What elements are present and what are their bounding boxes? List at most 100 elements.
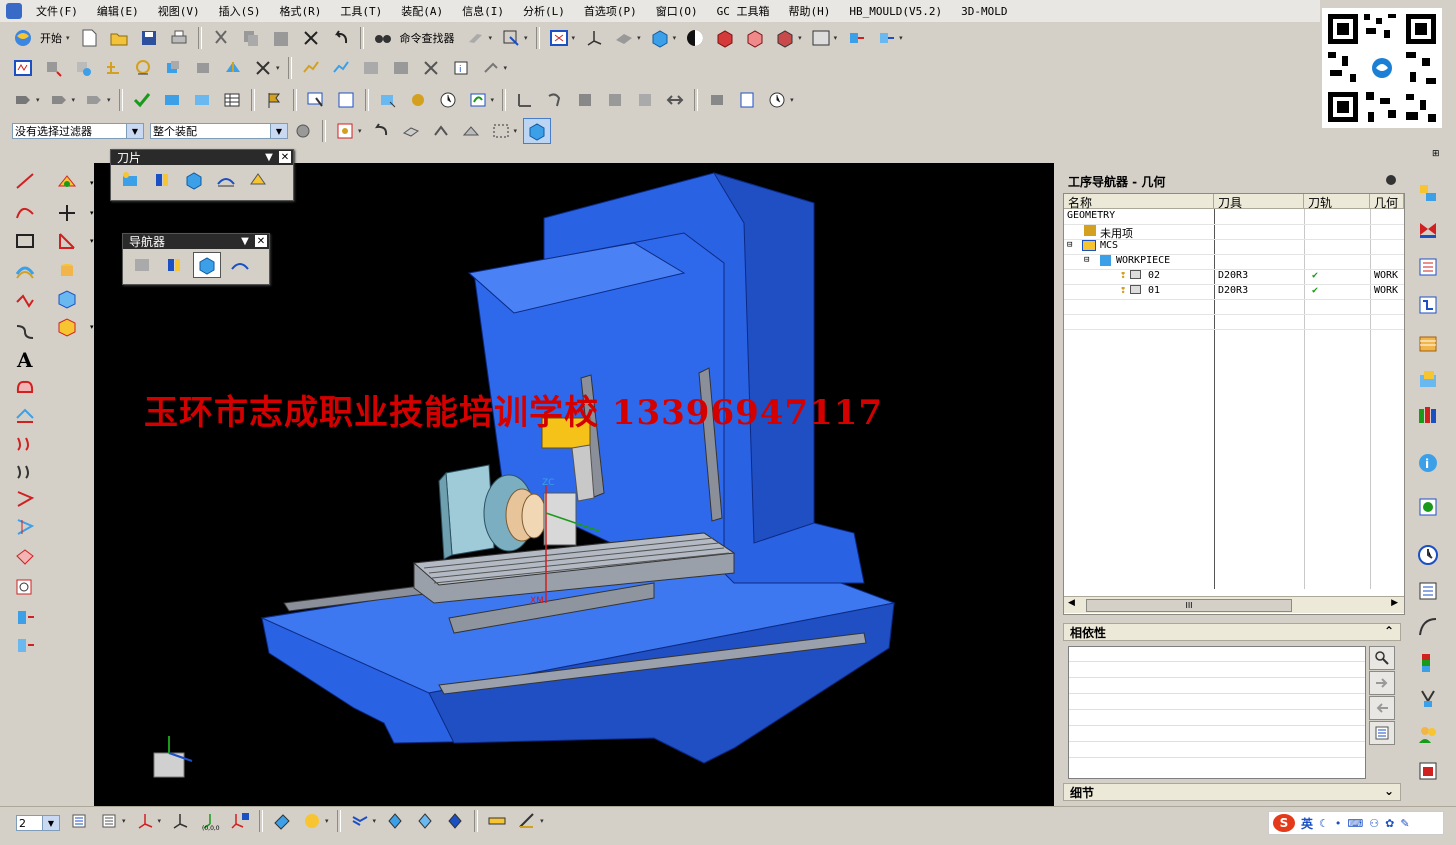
red-box-icon[interactable] <box>712 26 738 50</box>
tree-row[interactable]: GEOMETRY <box>1064 209 1404 224</box>
feed-icon[interactable] <box>512 88 538 112</box>
view-cube-icon[interactable] <box>523 118 552 144</box>
arrow-select-icon[interactable] <box>303 88 329 112</box>
chevron-down-icon[interactable]: ▼ <box>42 816 59 830</box>
blade-geometry-icon[interactable] <box>181 168 207 192</box>
collapse-icon[interactable]: ⊟ <box>1084 255 1089 265</box>
bridge-curve-icon[interactable] <box>12 375 38 399</box>
start-icon[interactable] <box>10 26 36 50</box>
punctuation-icon[interactable]: • <box>1335 817 1342 830</box>
view-number-select[interactable]: 2 ▼ <box>16 815 60 831</box>
tool-dialog-icon[interactable] <box>375 88 401 112</box>
shaded-cube-icon[interactable] <box>647 26 673 50</box>
users-icon[interactable] <box>1414 721 1442 749</box>
point-set-icon[interactable] <box>54 229 80 253</box>
paste-icon[interactable] <box>268 26 294 50</box>
selection-scope-select[interactable]: 整个装配 ▼ <box>150 123 288 139</box>
roles-list-icon[interactable] <box>1414 577 1442 605</box>
section-curve-icon[interactable] <box>12 459 38 483</box>
history-icon[interactable]: i <box>1414 449 1442 477</box>
csys-display-icon[interactable] <box>269 809 295 833</box>
resource-bar-menu-icon[interactable]: ⊞ <box>1432 149 1440 159</box>
select-tool-icon[interactable] <box>498 26 524 50</box>
generate-path-icon[interactable] <box>298 56 324 80</box>
path-display-icon[interactable] <box>347 809 373 833</box>
spline-icon[interactable] <box>12 319 38 343</box>
snap-settings-icon[interactable] <box>299 809 325 833</box>
undo-icon[interactable] <box>328 26 354 50</box>
part-navigator-icon[interactable] <box>1414 253 1442 281</box>
cut-level-icon[interactable] <box>46 88 72 112</box>
chevron-down-icon[interactable]: ▼ <box>270 124 287 138</box>
clock-icon[interactable] <box>1414 541 1442 569</box>
constraint-navigator-icon[interactable] <box>1414 215 1442 243</box>
layer-settings-icon[interactable] <box>66 809 92 833</box>
wcs-origin-icon[interactable] <box>132 809 158 833</box>
column-header-geometry[interactable]: 几何 <box>1370 194 1404 210</box>
settings-list-icon[interactable] <box>1369 721 1395 745</box>
type-filter-select[interactable]: 没有选择过滤器 ▼ <box>12 123 144 139</box>
timer-icon[interactable] <box>764 88 790 112</box>
chevron-down-icon[interactable]: ▼ <box>263 151 275 163</box>
program-view-icon[interactable] <box>160 56 186 80</box>
menu-information[interactable]: 信息(I) <box>462 3 504 19</box>
red-wire-box-icon[interactable] <box>742 26 768 50</box>
combine-curve-icon[interactable] <box>12 515 38 539</box>
rectangle-icon[interactable] <box>12 229 38 253</box>
command-finder-button[interactable]: 命令查找器 <box>400 30 455 46</box>
copy-icon[interactable] <box>238 26 264 50</box>
section-box-icon[interactable] <box>772 26 798 50</box>
moon-icon[interactable]: ☾ <box>1319 817 1329 830</box>
open-folder-icon[interactable] <box>106 26 132 50</box>
users-icon[interactable]: ⚇ <box>1369 817 1379 830</box>
isoparametric-curve-icon[interactable] <box>12 487 38 511</box>
blade-operation-icon[interactable] <box>245 168 271 192</box>
tool-sensor-icon[interactable] <box>1414 685 1442 713</box>
measure-icon[interactable] <box>514 809 540 833</box>
program-order-view-icon[interactable] <box>129 253 155 277</box>
edit-object-icon[interactable] <box>159 88 185 112</box>
navigator-palette-titlebar[interactable]: 导航器 ▼ ✕ <box>123 234 269 249</box>
scroll-right-icon[interactable]: ▶ <box>1391 598 1398 608</box>
path-verify-icon[interactable] <box>412 809 438 833</box>
dependency-list[interactable] <box>1068 646 1366 779</box>
ime-language-toggle[interactable]: 英 <box>1301 815 1313 832</box>
close-icon[interactable]: ✕ <box>255 235 267 247</box>
view-plane-icon[interactable] <box>611 26 637 50</box>
scroll-left-icon[interactable]: ◀ <box>1068 598 1075 608</box>
engage-icon[interactable] <box>81 88 107 112</box>
menu-insert[interactable]: 插入(S) <box>219 3 261 19</box>
column-header-path[interactable]: 刀轨 <box>1304 194 1370 210</box>
details-section-header[interactable]: 细节 ⌄ <box>1063 783 1401 801</box>
wrench-icon[interactable]: ✎ <box>1400 817 1409 830</box>
create-geometry-icon[interactable] <box>70 56 96 80</box>
ime-toolbar[interactable]: S 英 ☾ • ⌨ ⚇ ✿ ✎ <box>1268 811 1444 835</box>
menu-file[interactable]: 文件(F) <box>36 3 78 19</box>
half-sphere-icon[interactable] <box>682 26 708 50</box>
sogou-logo-icon[interactable]: S <box>1273 814 1295 832</box>
machine-check-icon[interactable] <box>632 88 658 112</box>
start-button[interactable]: 开始 <box>40 30 62 46</box>
create-method-icon[interactable] <box>100 56 126 80</box>
navigator-table[interactable]: 名称 刀具 刀轨 几何 GEOMETRY 未用项 ⊟ MCS ⊟ WORKPIE… <box>1063 193 1405 615</box>
menu-3d-mold[interactable]: 3D-MOLD <box>961 5 1007 18</box>
visible-layers-icon[interactable] <box>96 809 122 833</box>
wcs-dynamics-icon[interactable] <box>167 809 193 833</box>
menu-preferences[interactable]: 首选项(P) <box>584 3 637 19</box>
wcs-origin-zero-icon[interactable]: (0,0,0) <box>197 809 223 833</box>
blade-palette-titlebar[interactable]: 刀片 ▼ ✕ <box>111 150 293 165</box>
cursor-return-icon[interactable] <box>368 119 394 143</box>
close-icon[interactable]: ✕ <box>279 151 291 163</box>
cylinder-arrow-icon[interactable] <box>12 605 38 629</box>
arrow-left-icon[interactable] <box>1369 696 1395 720</box>
menu-edit[interactable]: 编辑(E) <box>97 3 139 19</box>
create-operation-icon[interactable] <box>130 56 156 80</box>
kinematics-icon[interactable] <box>704 88 730 112</box>
menu-format[interactable]: 格式(R) <box>280 3 322 19</box>
menu-analysis[interactable]: 分析(L) <box>523 3 565 19</box>
create-program-icon[interactable] <box>10 56 36 80</box>
geometry-view-icon[interactable] <box>220 56 246 80</box>
offset-curve-icon[interactable] <box>12 259 38 283</box>
chevron-down-icon[interactable]: ⌄ <box>1384 784 1394 798</box>
column-header-name[interactable]: 名称 <box>1064 194 1214 210</box>
